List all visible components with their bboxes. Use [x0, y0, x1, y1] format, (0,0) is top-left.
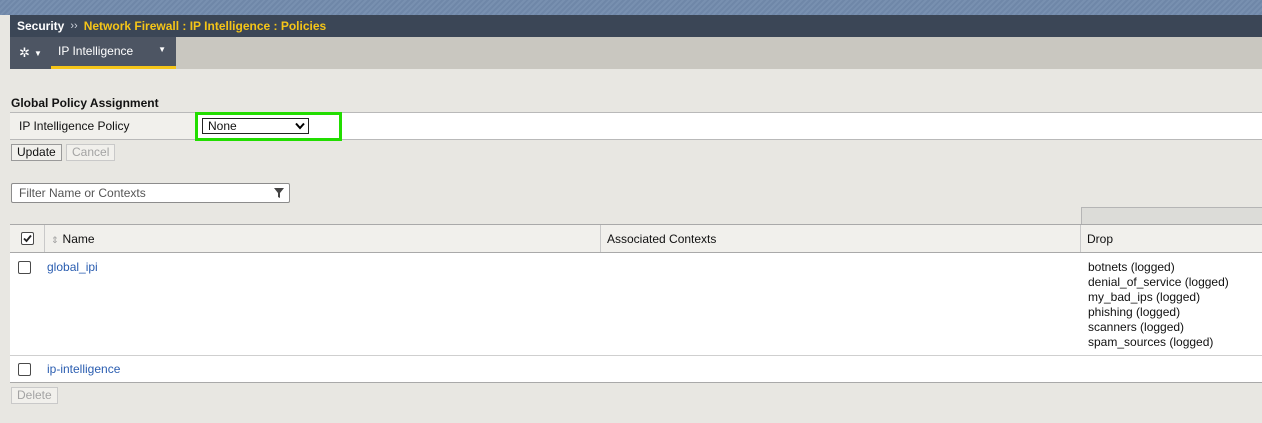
policies-table: ⇕ Name Associated Contexts Drop global_ip… [10, 224, 1262, 383]
chevron-down-icon: ▼ [158, 45, 166, 54]
drop-item: phishing (logged) [1088, 305, 1181, 319]
table-row: global_ipi botnets (logged) denial_of_se… [10, 253, 1262, 356]
policy-link-ip-intelligence[interactable]: ip-intelligence [47, 362, 120, 376]
update-button[interactable]: Update [11, 144, 62, 161]
chevron-down-icon [295, 122, 305, 130]
column-name-label: Name [62, 232, 95, 246]
tab-bar: ✲ ▼ IP Intelligence ▼ [10, 37, 1262, 69]
drop-list: botnets (logged) denial_of_service (logg… [1088, 260, 1229, 350]
column-header-drop: Drop [1087, 232, 1114, 246]
table-row: ip-intelligence [10, 356, 1262, 383]
tab-label: IP Intelligence [58, 44, 134, 58]
drop-column-header-spacer [1081, 207, 1262, 225]
gear-menu-button[interactable]: ✲ ▼ [10, 37, 51, 69]
chevron-down-icon: ▼ [33, 48, 42, 58]
funnel-icon[interactable] [274, 188, 284, 198]
select-all-checkbox[interactable] [21, 232, 34, 245]
window-titlebar [0, 0, 1262, 15]
breadcrumb-path: Network Firewall : IP Intelligence : Pol… [83, 19, 327, 33]
delete-button[interactable]: Delete [11, 387, 58, 404]
table-header: ⇕ Name Associated Contexts Drop [10, 225, 1262, 253]
cancel-button[interactable]: Cancel [66, 144, 116, 161]
drop-item: spam_sources (logged) [1088, 335, 1214, 349]
breadcrumb-root[interactable]: Security [17, 19, 64, 33]
policy-link-global-ipi[interactable]: global_ipi [47, 260, 98, 274]
drop-item: denial_of_service (logged) [1088, 275, 1229, 289]
policy-label: IP Intelligence Policy [10, 113, 196, 139]
gear-icon: ✲ [19, 45, 30, 60]
policy-select-value: None [208, 119, 237, 133]
section-title: Global Policy Assignment [11, 96, 159, 110]
tab-ip-intelligence[interactable]: IP Intelligence ▼ [51, 37, 176, 69]
policy-select[interactable]: None [202, 118, 309, 134]
row-checkbox[interactable] [18, 363, 31, 376]
breadcrumb-separator: ›› [70, 20, 78, 32]
column-header-contexts: Associated Contexts [601, 225, 1081, 252]
breadcrumb: Security ›› Network Firewall : IP Intell… [10, 15, 1262, 37]
column-header-name[interactable]: ⇕ Name [45, 225, 601, 252]
drop-item: my_bad_ips (logged) [1088, 290, 1201, 304]
filter-placeholder: Filter Name or Contexts [19, 186, 146, 200]
sort-icon: ⇕ [51, 235, 59, 245]
drop-item: scanners (logged) [1088, 320, 1185, 334]
drop-item: botnets (logged) [1088, 260, 1175, 274]
row-checkbox[interactable] [18, 261, 31, 274]
checkmark-icon [23, 234, 32, 243]
filter-input[interactable]: Filter Name or Contexts [11, 183, 290, 203]
select-all-cell [10, 225, 45, 252]
